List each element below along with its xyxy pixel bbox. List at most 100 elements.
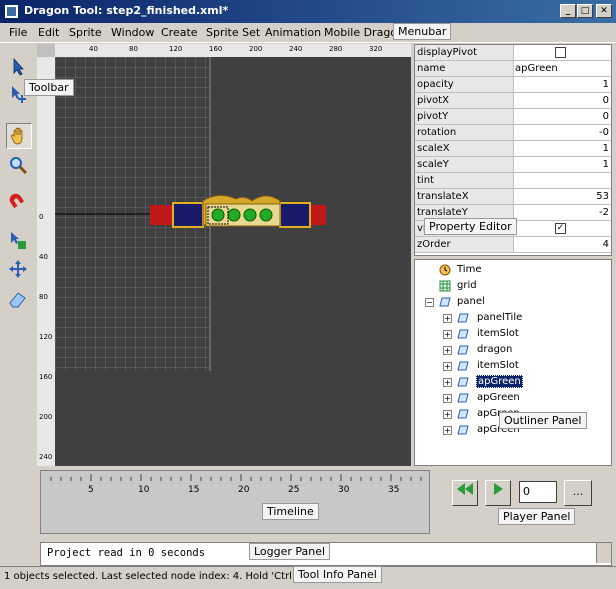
prop-value[interactable]: 0 xyxy=(513,93,609,108)
sprite-icon xyxy=(457,393,469,403)
prop-row-rotation: rotation -0 xyxy=(415,125,611,141)
menu-create[interactable]: Create xyxy=(161,26,198,39)
prop-name: scaleY xyxy=(415,157,514,172)
play-button[interactable] xyxy=(485,480,511,506)
prop-row-translateX: translateX 53 xyxy=(415,189,611,205)
logger-scrollbar[interactable] xyxy=(596,543,611,563)
ruler-left-label: 120 xyxy=(39,333,53,341)
expand-toggle[interactable]: + xyxy=(443,346,452,355)
ruler-left-label: 160 xyxy=(39,373,53,381)
menu-file[interactable]: File xyxy=(9,26,27,39)
expand-toggle[interactable]: + xyxy=(443,394,452,403)
status-text: 1 objects selected. Last selected node i… xyxy=(4,571,302,582)
prop-value[interactable]: -2 xyxy=(513,205,609,220)
ruler-top-label: 40 xyxy=(89,45,98,53)
toolbar-tag: Toolbar xyxy=(24,79,74,96)
prop-value[interactable]: 1 xyxy=(513,77,609,92)
sprite-dragon-panel[interactable] xyxy=(148,193,330,235)
rewind-icon xyxy=(457,483,473,495)
prop-value[interactable]: -0 xyxy=(513,125,609,140)
prop-name: name xyxy=(415,61,514,76)
close-button[interactable]: ✕ xyxy=(596,4,612,18)
prop-name: opacity xyxy=(415,77,514,92)
ruler-top-label: 80 xyxy=(129,45,138,53)
maximize-button[interactable]: □ xyxy=(577,4,593,18)
outliner-label: itemSlot xyxy=(477,360,519,371)
hand-icon[interactable] xyxy=(6,123,32,149)
sprite-icon xyxy=(457,409,469,419)
prop-row-opacity: opacity 1 xyxy=(415,77,611,93)
logger-text: Project read in 0 seconds xyxy=(47,547,206,559)
prop-value[interactable]: apGreen xyxy=(513,61,611,76)
multi-move-icon[interactable] xyxy=(6,257,32,283)
menu-sprite-set[interactable]: Sprite Set xyxy=(206,26,260,39)
app-icon xyxy=(5,5,18,18)
menu-window[interactable]: Window xyxy=(111,26,154,39)
timeline-panel[interactable]: 5 10 15 20 25 30 35 xyxy=(40,470,430,534)
prop-value[interactable]: 1 xyxy=(513,157,609,172)
grid-overlay xyxy=(55,57,211,371)
rewind-button[interactable] xyxy=(452,480,478,506)
prop-name: translateX xyxy=(415,189,514,204)
sprite-icon xyxy=(457,345,469,355)
clock-icon xyxy=(439,264,451,276)
prop-row-name: name apGreen xyxy=(415,61,611,77)
ruler-top-label: 240 xyxy=(289,45,303,53)
menu-mobile-dragon[interactable]: Mobile Dragon xyxy=(324,26,404,39)
ruler-top-label: 200 xyxy=(249,45,263,53)
outliner-label: apGreen xyxy=(476,375,523,388)
prop-value[interactable]: 53 xyxy=(513,189,609,204)
sprite-icon xyxy=(457,425,469,435)
magnet-icon[interactable] xyxy=(6,191,32,217)
sprite-icon xyxy=(439,297,451,307)
expand-toggle[interactable]: + xyxy=(443,426,452,435)
canvas[interactable] xyxy=(55,57,411,466)
expand-toggle[interactable]: + xyxy=(443,410,452,419)
prop-value[interactable]: 1 xyxy=(513,141,609,156)
player-panel-tag: Player Panel xyxy=(498,508,576,525)
outliner-label: panel xyxy=(457,296,485,307)
prop-value[interactable]: 0 xyxy=(513,109,609,124)
prop-checkbox[interactable]: ✓ xyxy=(555,223,566,234)
prop-value[interactable]: 4 xyxy=(513,237,609,252)
play-icon xyxy=(494,483,503,495)
ruler-top-label: 320 xyxy=(369,45,383,53)
sprite-icon xyxy=(457,329,469,339)
prop-name: scaleX xyxy=(415,141,514,156)
outliner-label: panelTile xyxy=(477,312,523,323)
prop-row-pivotX: pivotX 0 xyxy=(415,93,611,109)
prop-name: tint xyxy=(415,173,514,188)
prop-checkbox[interactable] xyxy=(555,47,566,58)
timeline-ruler xyxy=(50,474,422,481)
prop-row-displayPivot: displayPivot xyxy=(415,45,611,61)
outliner-label: apGreen xyxy=(477,392,520,403)
property-editor-tag: Property Editor xyxy=(424,218,517,235)
prop-value[interactable] xyxy=(513,173,609,188)
sprite-icon xyxy=(457,361,469,371)
eraser-icon[interactable] xyxy=(6,287,32,313)
expand-toggle[interactable]: + xyxy=(443,378,452,387)
ruler-left: 0 40 80 120 160 200 240 xyxy=(37,57,56,466)
prop-row-pivotY: pivotY 0 xyxy=(415,109,611,125)
menu-animation[interactable]: Animation xyxy=(265,26,321,39)
prop-row-tint: tint xyxy=(415,173,611,189)
transform-icon[interactable] xyxy=(6,229,32,255)
more-button[interactable]: ... xyxy=(564,480,592,506)
minimize-button[interactable]: _ xyxy=(560,4,576,18)
toolbar xyxy=(0,43,36,463)
ruler-left-label: 200 xyxy=(39,413,53,421)
timeline-tag: Timeline xyxy=(262,503,319,520)
frame-input[interactable]: 0 xyxy=(519,481,557,503)
menu-edit[interactable]: Edit xyxy=(38,26,59,39)
zoom-icon[interactable] xyxy=(6,153,32,179)
expand-toggle[interactable]: + xyxy=(443,330,452,339)
collapse-toggle[interactable]: − xyxy=(425,298,434,307)
menu-sprite[interactable]: Sprite xyxy=(69,26,102,39)
select-arrow-icon[interactable] xyxy=(6,55,32,81)
outliner-label: dragon xyxy=(477,344,513,355)
expand-toggle[interactable]: + xyxy=(443,314,452,323)
prop-name: pivotY xyxy=(415,109,514,124)
prop-row-zOrder: zOrder 4 xyxy=(415,237,611,253)
expand-toggle[interactable]: + xyxy=(443,362,452,371)
menubar: File Edit Sprite Window Create Sprite Se… xyxy=(0,23,616,43)
